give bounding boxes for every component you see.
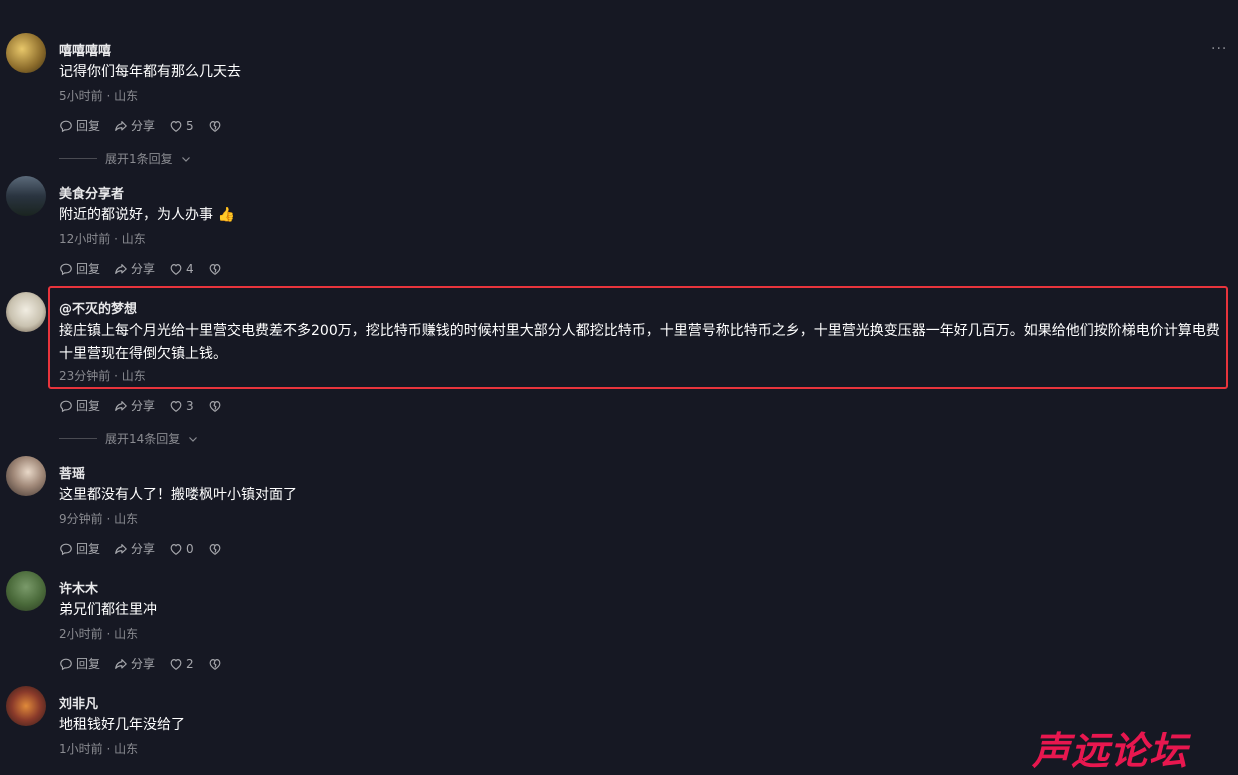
broken-heart-icon bbox=[209, 400, 221, 412]
heart-icon bbox=[170, 658, 182, 670]
dislike-button[interactable] bbox=[208, 119, 222, 133]
expand-replies-button[interactable]: 展开1条回复 bbox=[59, 150, 191, 167]
reply-button[interactable]: 回复 bbox=[59, 260, 100, 277]
avatar[interactable] bbox=[6, 292, 46, 332]
reply-button[interactable]: 回复 bbox=[59, 397, 100, 414]
like-button[interactable]: 2 bbox=[169, 657, 194, 671]
like-button[interactable]: 3 bbox=[169, 399, 194, 413]
share-icon bbox=[115, 120, 127, 131]
like-count: 5 bbox=[186, 118, 194, 133]
reply-button[interactable]: 回复 bbox=[59, 117, 100, 134]
comment-meta: 5小时前 · 山东 bbox=[59, 89, 139, 103]
comment-meta: 2小时前 · 山东 bbox=[59, 627, 139, 641]
reply-icon bbox=[60, 658, 72, 670]
comment-actions: 回复 分享 4 bbox=[59, 260, 222, 277]
share-icon bbox=[115, 400, 127, 411]
username[interactable]: 刘非凡 bbox=[59, 693, 98, 712]
comment-text: 这里都没有人了！搬喽枫叶小镇对面了 bbox=[59, 487, 297, 503]
comment-meta: 1小时前 · 山东 bbox=[59, 742, 139, 756]
share-icon bbox=[115, 263, 127, 274]
heart-icon bbox=[170, 400, 182, 412]
more-options-button[interactable]: ··· bbox=[1211, 41, 1227, 57]
broken-heart-icon bbox=[209, 658, 221, 670]
share-button[interactable]: 分享 bbox=[114, 260, 155, 277]
username[interactable]: 许木木 bbox=[59, 578, 98, 597]
reply-button[interactable]: 回复 bbox=[59, 655, 100, 672]
avatar[interactable] bbox=[6, 33, 46, 73]
share-button[interactable]: 分享 bbox=[114, 397, 155, 414]
dislike-button[interactable] bbox=[208, 399, 222, 413]
username[interactable]: @不灭的梦想 bbox=[59, 298, 137, 317]
comment-text: 附近的都说好，为人办事 👍 bbox=[59, 207, 235, 223]
avatar[interactable] bbox=[6, 686, 46, 726]
comment-meta: 9分钟前 · 山东 bbox=[59, 512, 139, 526]
reply-button[interactable]: 回复 bbox=[59, 540, 100, 557]
comment-meta: 23分钟前 · 山东 bbox=[59, 369, 146, 383]
like-button[interactable]: 0 bbox=[169, 542, 194, 556]
dislike-button[interactable] bbox=[208, 262, 222, 276]
reply-icon bbox=[60, 400, 72, 412]
chevron-down-icon bbox=[189, 436, 198, 442]
like-count: 2 bbox=[186, 656, 194, 671]
username[interactable]: 菩瑶 bbox=[59, 463, 85, 482]
broken-heart-icon bbox=[209, 263, 221, 275]
heart-icon bbox=[170, 120, 182, 132]
avatar[interactable] bbox=[6, 456, 46, 496]
comment-actions: 回复 分享 5 bbox=[59, 117, 222, 134]
like-count: 0 bbox=[186, 541, 194, 556]
username[interactable]: 嘻嘻嘻嘻 bbox=[59, 40, 111, 59]
dislike-button[interactable] bbox=[208, 657, 222, 671]
share-button[interactable]: 分享 bbox=[114, 540, 155, 557]
comment-actions: 回复 分享 3 bbox=[59, 397, 222, 414]
avatar[interactable] bbox=[6, 571, 46, 611]
like-count: 3 bbox=[186, 398, 194, 413]
watermark-logo: 声远论坛 bbox=[1032, 729, 1189, 773]
comment-actions: 回复 分享 2 bbox=[59, 655, 222, 672]
heart-icon bbox=[170, 263, 182, 275]
comment-text: 弟兄们都往里冲 bbox=[59, 602, 157, 618]
share-button[interactable]: 分享 bbox=[114, 117, 155, 134]
expand-replies-button[interactable]: 展开14条回复 bbox=[59, 430, 198, 447]
like-button[interactable]: 4 bbox=[169, 262, 194, 276]
reply-icon bbox=[60, 120, 72, 132]
dislike-button[interactable] bbox=[208, 542, 222, 556]
comment-text-line-2: 十里营现在得倒欠镇上钱。 bbox=[59, 346, 227, 362]
comment-meta: 12小时前 · 山东 bbox=[59, 232, 146, 246]
like-button[interactable]: 5 bbox=[169, 119, 194, 133]
like-count: 4 bbox=[186, 261, 194, 276]
reply-icon bbox=[60, 543, 72, 555]
comment-text: 地租钱好几年没给了 bbox=[59, 717, 185, 733]
share-icon bbox=[115, 543, 127, 554]
comment-text-line-1: 接庄镇上每个月光给十里营交电费差不多200万，挖比特币赚钱的时候村里大部分人都挖… bbox=[59, 323, 1220, 339]
comment-actions: 回复 分享 0 bbox=[59, 540, 222, 557]
username[interactable]: 美食分享者 bbox=[59, 183, 124, 202]
share-button[interactable]: 分享 bbox=[114, 655, 155, 672]
heart-icon bbox=[170, 543, 182, 555]
broken-heart-icon bbox=[209, 543, 221, 555]
avatar[interactable] bbox=[6, 176, 46, 216]
reply-icon bbox=[60, 263, 72, 275]
divider bbox=[59, 158, 97, 159]
comment-text: 记得你们每年都有那么几天去 bbox=[59, 64, 241, 80]
chevron-down-icon bbox=[181, 156, 190, 162]
broken-heart-icon bbox=[209, 120, 221, 132]
divider bbox=[59, 438, 97, 439]
share-icon bbox=[115, 658, 127, 669]
